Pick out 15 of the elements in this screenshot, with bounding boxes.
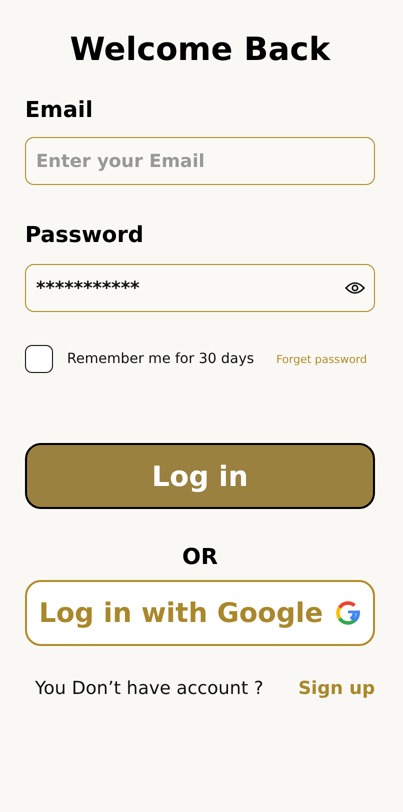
field-label: Email (25, 98, 93, 123)
checkbox-label: Remember me for 30 days (67, 351, 254, 367)
eye-icon[interactable] (345, 281, 365, 295)
signup-prompt: You Don’t have account ? (35, 678, 264, 699)
login-button[interactable]: Log in (25, 443, 375, 509)
field-label: Password (25, 223, 144, 248)
email-field[interactable]: Enter your Email (25, 137, 375, 185)
divider-text: OR (182, 545, 218, 570)
password-field[interactable]: *********** (25, 264, 375, 312)
forgot-password-link[interactable]: Forget password (276, 352, 367, 366)
google-icon (335, 600, 362, 626)
page-title: Welcome Back (70, 30, 330, 68)
google-login-button[interactable]: Log in with Google (25, 580, 375, 646)
checkbox[interactable] (25, 345, 53, 373)
signup-link[interactable]: Sign up (298, 678, 375, 699)
